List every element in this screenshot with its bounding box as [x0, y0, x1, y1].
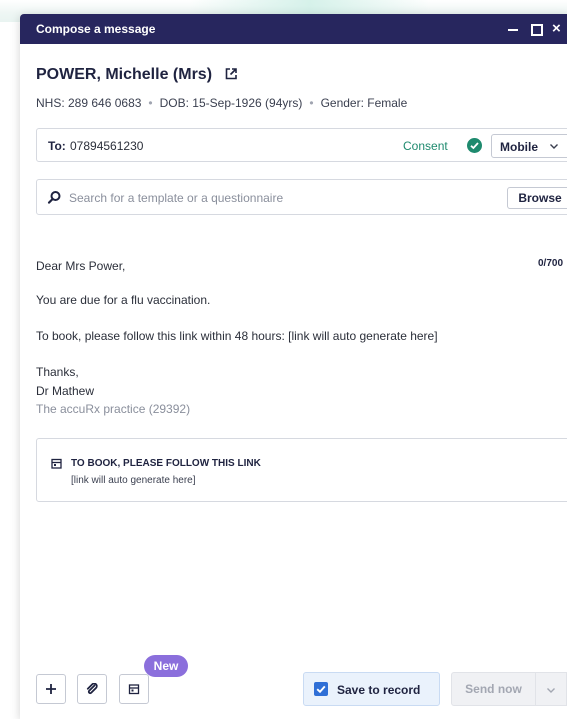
- calendar-icon: [51, 458, 62, 469]
- save-to-record-label: Save to record: [337, 683, 421, 697]
- patient-details: NHS: 289 646 0683 • DOB: 15-Sep-1926 (94yr…: [36, 96, 407, 110]
- message-line[interactable]: To book, please follow this link within …: [36, 329, 438, 343]
- add-button[interactable]: [36, 674, 66, 704]
- link-card-heading: TO BOOK, PLEASE FOLLOW THIS LINK: [71, 458, 261, 469]
- link-card-placeholder: [link will auto generate here]: [71, 475, 196, 486]
- recipient-number[interactable]: 07894561230: [70, 139, 143, 153]
- calendar-icon: [128, 684, 140, 695]
- chevron-down-icon: [550, 144, 558, 149]
- message-greeting[interactable]: Dear Mrs Power,: [36, 259, 125, 273]
- browse-button[interactable]: Browse: [507, 187, 567, 209]
- channel-select-value: Mobile: [500, 140, 538, 154]
- minimize-button[interactable]: [504, 19, 524, 39]
- recipient-row: To: 07894561230 Consent Mobile: [36, 128, 567, 162]
- separator-dot: •: [148, 96, 153, 110]
- message-signoff[interactable]: Thanks,: [36, 365, 79, 379]
- insert-link-button[interactable]: [119, 674, 149, 704]
- separator-dot: •: [309, 96, 314, 110]
- patient-gender: Gender: Female: [320, 96, 408, 110]
- send-options-button[interactable]: [536, 672, 567, 706]
- attach-button[interactable]: [77, 674, 107, 704]
- search-icon: [47, 191, 61, 204]
- template-search-input[interactable]: [67, 187, 471, 209]
- consent-label: Consent: [403, 139, 448, 153]
- title-bar: Compose a message ×: [20, 14, 567, 44]
- close-icon: ×: [552, 20, 561, 37]
- maximize-icon: [531, 24, 543, 36]
- save-to-record-toggle[interactable]: Save to record: [303, 672, 440, 706]
- patient-dob: DOB: 15-Sep-1926 (94yrs): [159, 96, 303, 110]
- to-label: To:: [48, 139, 66, 153]
- new-badge: New: [144, 655, 188, 677]
- checkbox-checked-icon[interactable]: [314, 682, 328, 696]
- booking-link-card: TO BOOK, PLEASE FOLLOW THIS LINK [link w…: [36, 438, 567, 502]
- message-signer[interactable]: Dr Mathew: [36, 384, 94, 398]
- template-search-bar: Browse: [36, 179, 567, 215]
- compose-window: Compose a message × POWER, Michelle (Mrs…: [20, 14, 567, 719]
- send-now-button[interactable]: Send now: [451, 672, 536, 706]
- patient-nhs: NHS: 289 646 0683: [36, 96, 142, 110]
- chevron-down-icon: [547, 688, 555, 693]
- patient-name: POWER, Michelle (Mrs): [36, 66, 213, 83]
- plus-icon: [46, 684, 56, 694]
- channel-select[interactable]: Mobile: [491, 134, 567, 158]
- close-button[interactable]: ×: [552, 19, 567, 39]
- practice-name: The accuRx practice (29392): [36, 402, 191, 416]
- window-title: Compose a message: [36, 22, 156, 36]
- minimize-icon: [508, 29, 518, 31]
- open-external-icon[interactable]: [224, 67, 238, 81]
- check-circle-icon: [467, 138, 482, 153]
- message-line[interactable]: You are due for a flu vaccination.: [36, 293, 210, 307]
- maximize-button[interactable]: [527, 19, 547, 39]
- paperclip-icon: [86, 683, 98, 695]
- character-count: 0/700: [538, 258, 564, 269]
